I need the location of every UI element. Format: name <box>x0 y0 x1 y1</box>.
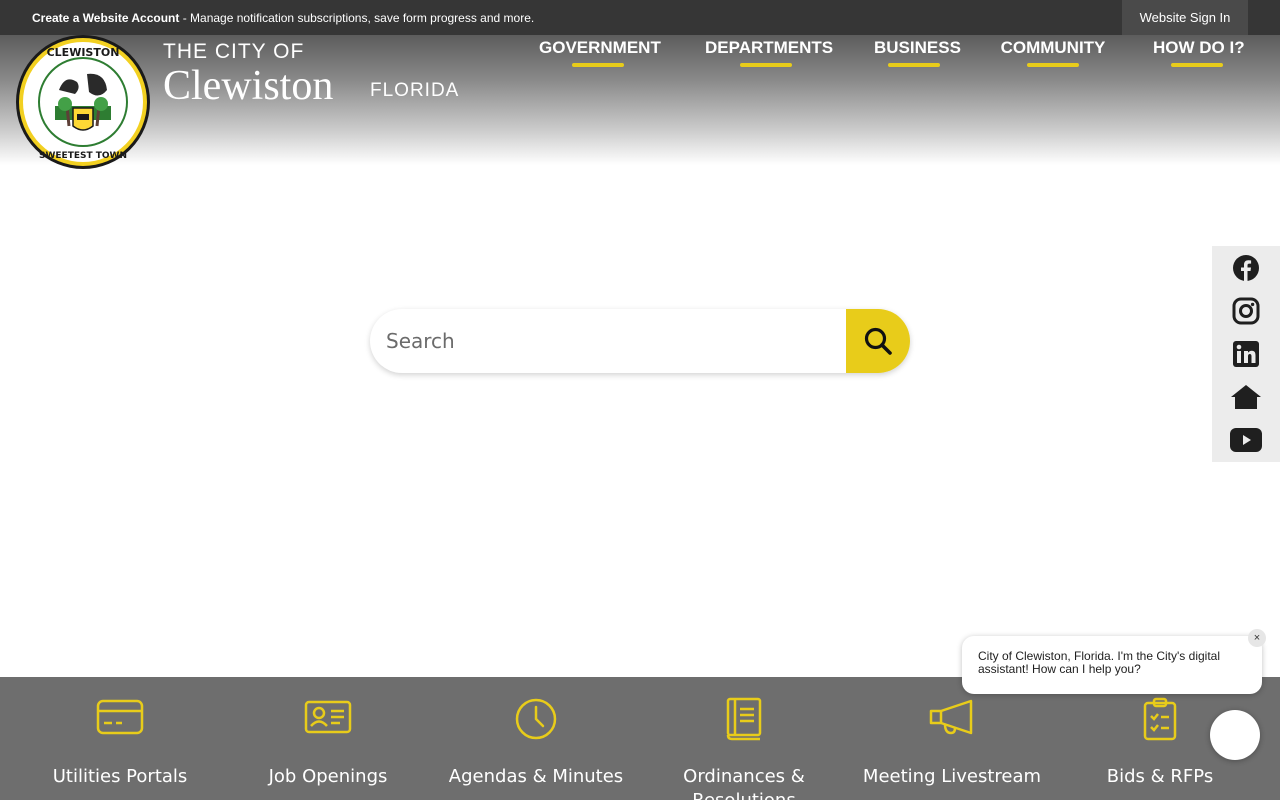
site-search <box>370 309 910 373</box>
instagram-icon <box>1232 297 1260 325</box>
create-account-description: - Manage notification subscriptions, sav… <box>179 11 535 25</box>
facebook-icon <box>1233 255 1259 281</box>
nav-label: BUSINESS <box>874 38 961 57</box>
linkedin-icon <box>1233 341 1259 367</box>
nav-departments[interactable]: DEPARTMENTS <box>705 38 833 67</box>
logo-line-clewiston: Clewiston <box>163 63 334 109</box>
nav-underline <box>739 63 792 67</box>
nav-community[interactable]: COMMUNITY <box>1000 38 1106 67</box>
notification-bar: Create a Website Account - Manage notifi… <box>0 0 1280 35</box>
nav-how-do-i[interactable]: HOW DO I? <box>1153 38 1245 67</box>
quick-link-meeting-livestream[interactable]: Meeting Livestream <box>848 677 1056 800</box>
nav-underline <box>572 63 624 67</box>
search-icon <box>864 327 892 355</box>
home-link[interactable] <box>1230 381 1262 413</box>
main-navigation: GOVERNMENT DEPARTMENTS BUSINESS COMMUNIT… <box>0 38 1280 68</box>
youtube-link[interactable] <box>1230 424 1262 456</box>
quick-links-bar: Utilities Portals Job Openings Agendas &… <box>0 677 1280 800</box>
quick-link-label: Utilities Portals <box>52 766 188 787</box>
quick-link-ordinances-resolutions[interactable]: Ordinances & Resolutions <box>640 677 848 800</box>
quick-link-label: Agendas & Minutes <box>448 766 624 787</box>
search-button[interactable] <box>846 309 910 373</box>
clock-icon <box>515 698 557 740</box>
chat-greeting-text: City of Clewiston, Florida. I'm the City… <box>978 649 1220 676</box>
chat-greeting-bubble[interactable]: City of Clewiston, Florida. I'm the City… <box>962 629 1266 694</box>
svg-text:SWEETEST TOWN: SWEETEST TOWN <box>39 151 127 161</box>
quick-link-agendas-minutes[interactable]: Agendas & Minutes <box>432 677 640 800</box>
sign-in-button[interactable]: Website Sign In <box>1122 0 1248 35</box>
youtube-icon <box>1230 428 1262 452</box>
quick-link-label: Meeting Livestream <box>862 766 1042 787</box>
quick-link-label: Job Openings <box>268 766 388 787</box>
home-icon <box>1231 385 1261 409</box>
search-input[interactable] <box>370 309 846 373</box>
facebook-link[interactable] <box>1230 252 1262 284</box>
chat-close-button[interactable]: × <box>1248 629 1266 647</box>
nav-label: DEPARTMENTS <box>705 38 834 57</box>
quick-link-label: Bids & RFPs <box>1106 766 1214 787</box>
nav-label: COMMUNITY <box>1000 38 1106 57</box>
quick-link-label: Ordinances & Resolutions <box>683 766 805 800</box>
nav-business[interactable]: BUSINESS <box>874 38 961 67</box>
nav-government[interactable]: GOVERNMENT <box>539 38 661 67</box>
create-account-link[interactable]: Create a Website Account <box>32 11 179 25</box>
quick-link-job-openings[interactable]: Job Openings <box>224 677 432 800</box>
nav-label: GOVERNMENT <box>539 38 661 57</box>
nav-label: HOW DO I? <box>1153 38 1245 57</box>
clipboard-icon <box>1143 697 1177 741</box>
megaphone-icon <box>929 699 973 735</box>
id-card-icon <box>304 700 352 734</box>
quick-link-utilities-portals[interactable]: Utilities Portals <box>16 677 224 800</box>
nav-underline <box>1027 63 1079 67</box>
linkedin-link[interactable] <box>1230 338 1262 370</box>
nav-underline <box>888 63 940 67</box>
book-icon <box>726 697 762 741</box>
social-links <box>1212 246 1280 462</box>
nav-underline <box>1171 63 1223 67</box>
logo-line-florida: FLORIDA <box>370 80 460 101</box>
create-account-message: Create a Website Account - Manage notifi… <box>32 11 534 25</box>
instagram-link[interactable] <box>1230 295 1262 327</box>
chat-launcher-button[interactable] <box>1210 710 1260 760</box>
credit-card-icon <box>96 699 144 735</box>
